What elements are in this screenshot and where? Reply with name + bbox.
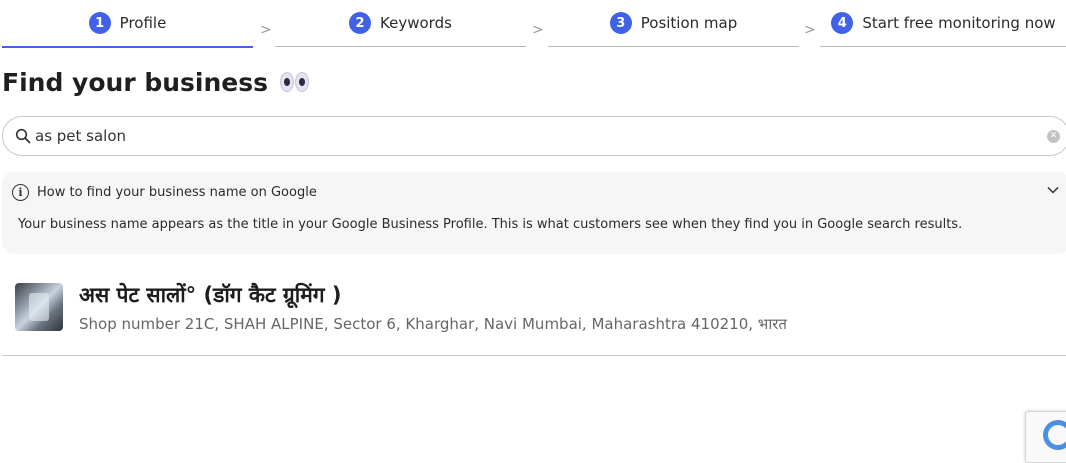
- step-label: Keywords: [380, 14, 452, 32]
- search-icon: [15, 128, 31, 144]
- step-keywords[interactable]: 2 Keywords: [275, 0, 526, 47]
- help-title: How to find your business name on Google: [37, 184, 317, 200]
- help-header[interactable]: i How to find your business name on Goog…: [12, 182, 317, 202]
- business-address: Shop number 21C, SHAH ALPINE, Sector 6, …: [79, 315, 787, 333]
- step-number: 2: [349, 12, 372, 34]
- business-name: अस पेट सालों° (डॉग कैट ग्रूमिंग ): [79, 283, 342, 307]
- step-separator-icon: >: [260, 22, 272, 38]
- recaptcha-icon: [1043, 420, 1066, 450]
- eye-shape: [280, 72, 295, 92]
- step-number: 3: [609, 12, 632, 34]
- eye-shape: [295, 72, 310, 92]
- result-item[interactable]: अस पेट सालों° (डॉग कैट ग्रूमिंग ) Shop n…: [2, 276, 1066, 356]
- step-label: Start free monitoring now: [862, 14, 1056, 32]
- step-label: Position map: [640, 14, 738, 32]
- step-separator-icon: >: [804, 22, 816, 38]
- help-panel: i How to find your business name on Goog…: [2, 172, 1066, 254]
- step-number: 4: [831, 12, 854, 34]
- recaptcha-badge[interactable]: [1025, 411, 1066, 463]
- eyes-icon: [280, 72, 310, 92]
- stepper: 1 Profile > 2 Keywords > 3 Position map …: [2, 0, 1066, 48]
- page-title: Find your business: [2, 67, 269, 97]
- step-label: Profile: [119, 14, 167, 32]
- help-body-text: Your business name appears as the title …: [18, 217, 963, 232]
- step-number: 1: [88, 12, 111, 34]
- business-thumbnail: [15, 283, 63, 331]
- info-icon: i: [12, 183, 29, 201]
- search-input[interactable]: [35, 125, 1015, 147]
- search-box[interactable]: ✕: [2, 116, 1066, 156]
- page-title-row: Find your business: [2, 64, 310, 100]
- step-separator-icon: >: [532, 22, 544, 38]
- step-profile[interactable]: 1 Profile: [2, 0, 253, 48]
- clear-icon[interactable]: ✕: [1047, 130, 1060, 143]
- step-start-monitoring[interactable]: 4 Start free monitoring now: [820, 0, 1066, 47]
- chevron-down-icon[interactable]: [1046, 183, 1060, 197]
- step-position-map[interactable]: 3 Position map: [548, 0, 799, 47]
